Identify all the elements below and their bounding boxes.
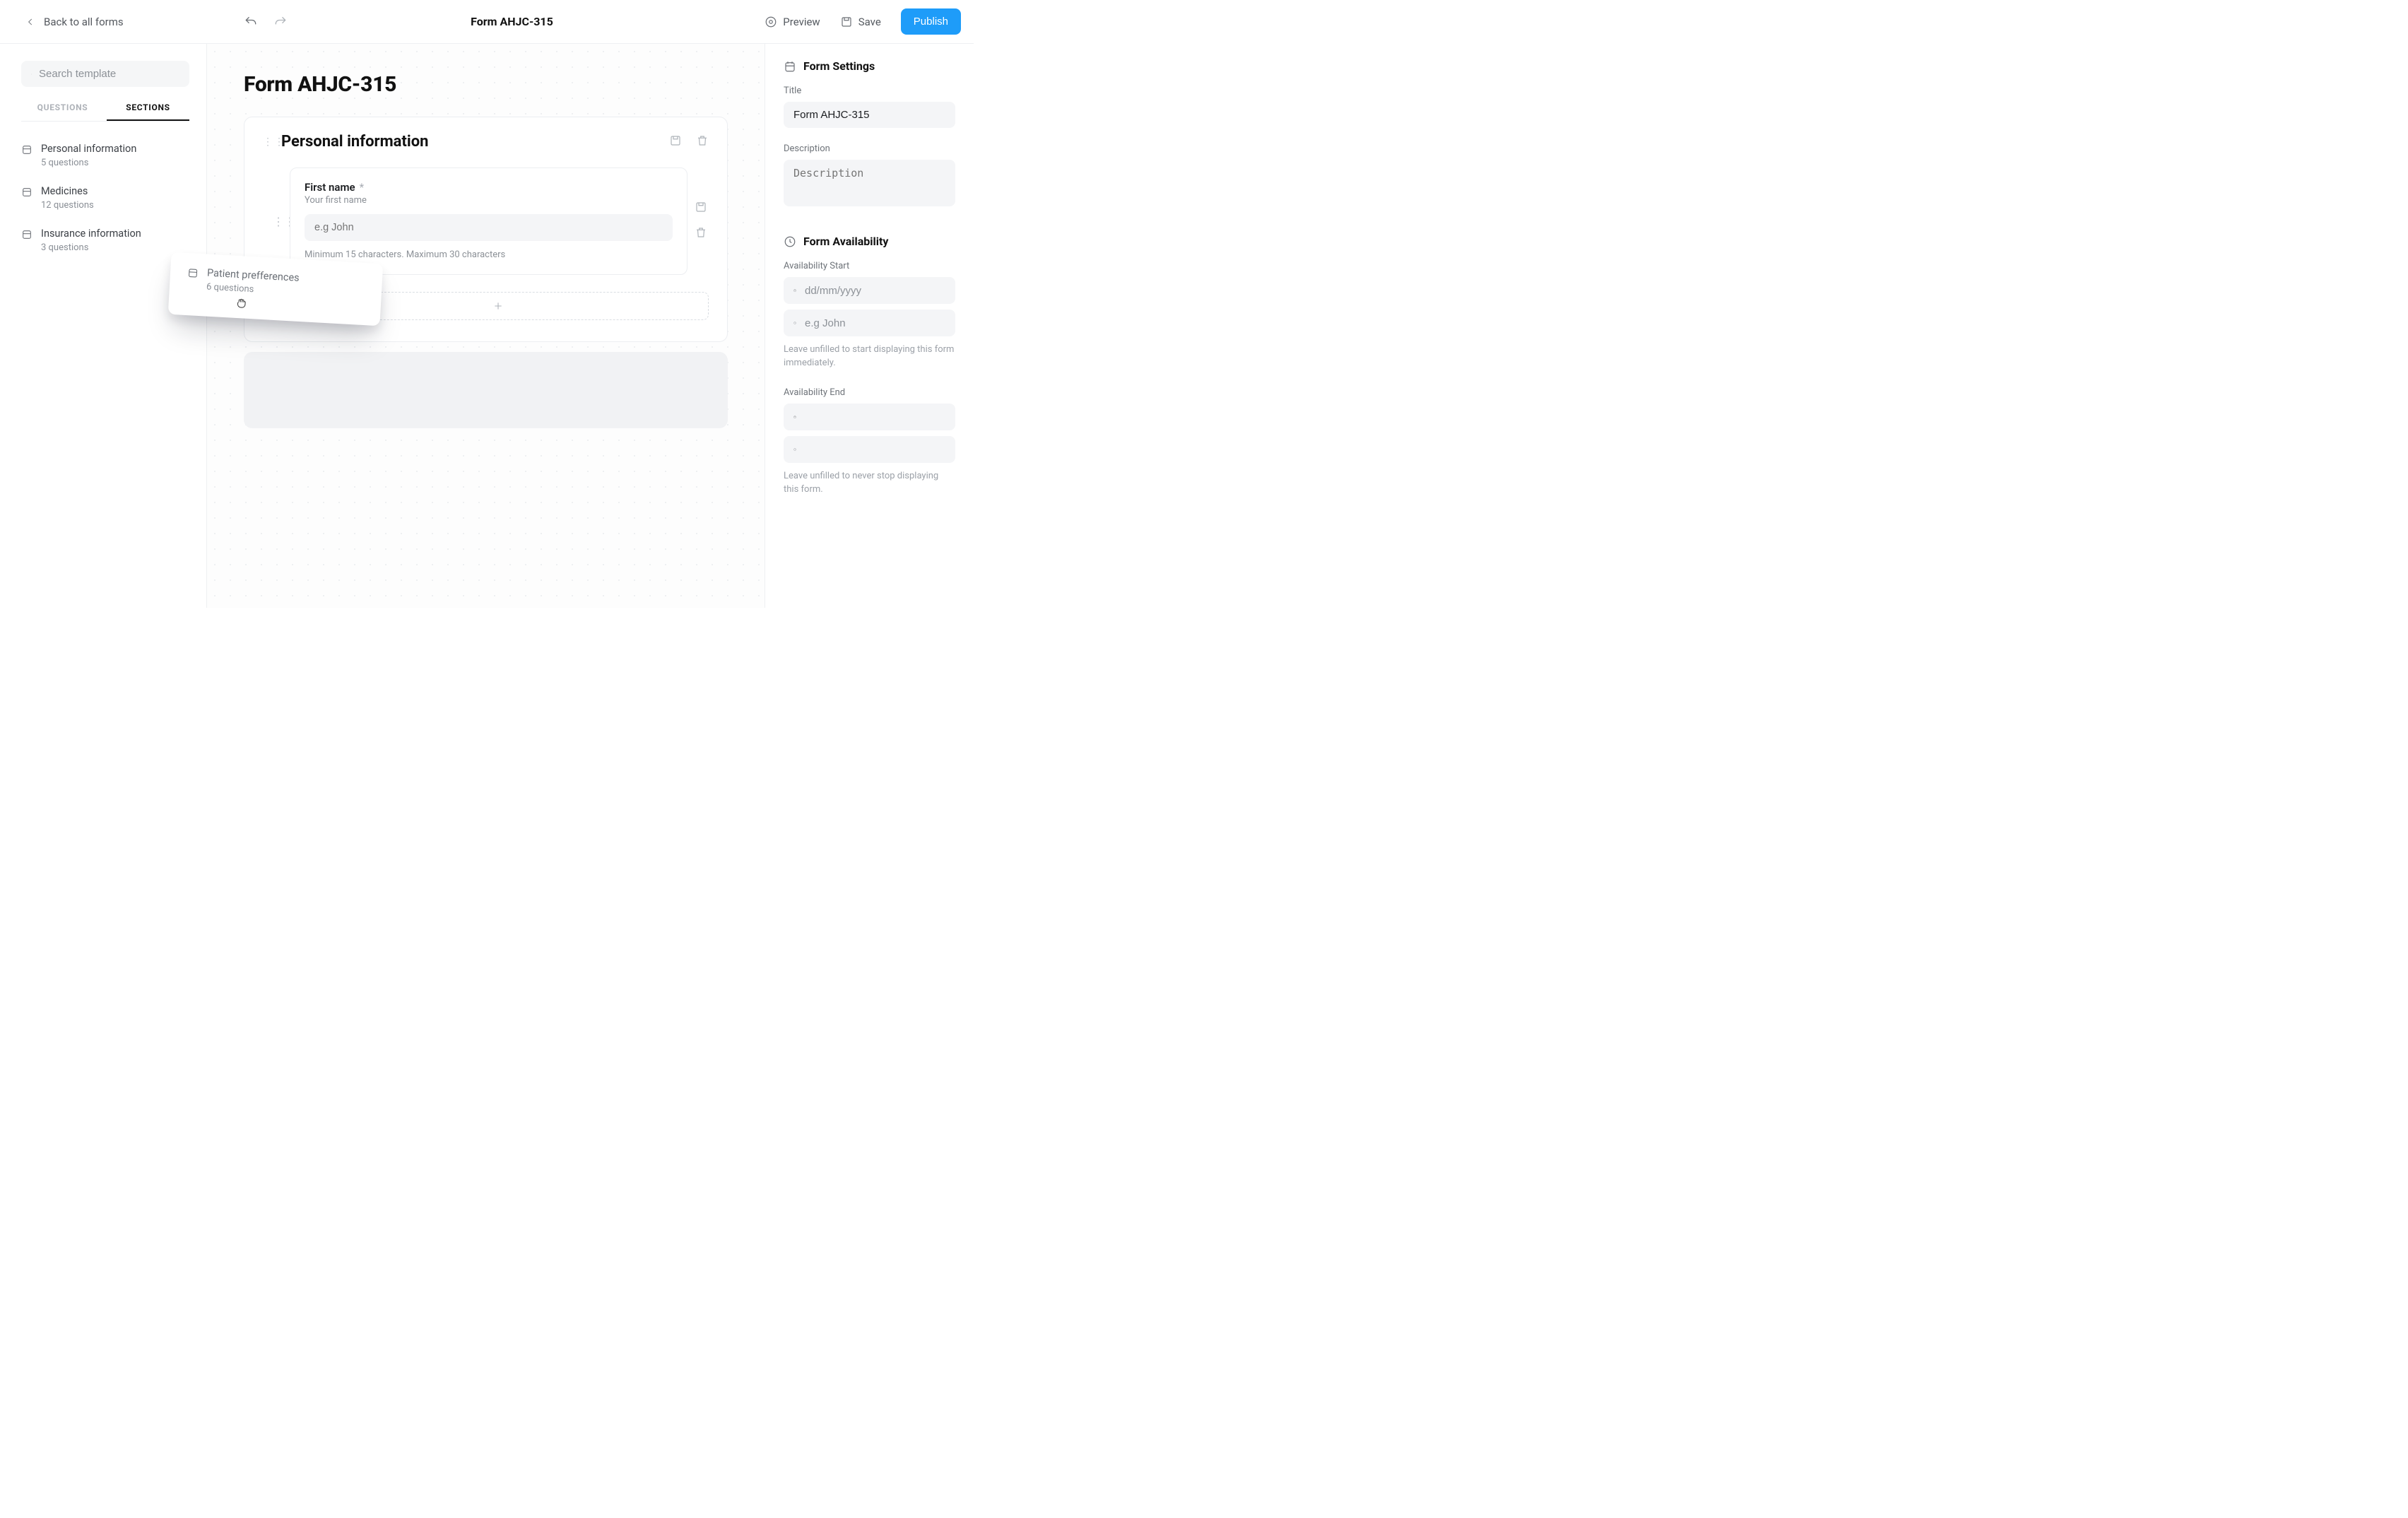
description-field-label: Description xyxy=(784,143,955,154)
search-icon xyxy=(31,69,32,80)
availability-end-hint: Leave unfilled to never stop displaying … xyxy=(784,470,955,497)
section-icon xyxy=(187,267,199,282)
search-template[interactable] xyxy=(21,61,189,87)
section-item-title: Medicines xyxy=(41,185,94,199)
document-title: Form AHJC-315 xyxy=(288,15,737,28)
preview-label: Preview xyxy=(783,16,820,28)
redo-button[interactable] xyxy=(273,15,288,29)
tab-sections[interactable]: SECTIONS xyxy=(107,102,189,121)
plus-icon xyxy=(492,300,504,312)
back-to-all-forms[interactable]: Back to all forms xyxy=(25,16,124,28)
question-description: Your first name xyxy=(305,195,673,206)
availability-end-time[interactable] xyxy=(784,436,955,463)
end-time-input[interactable] xyxy=(805,443,945,455)
clock-icon xyxy=(793,443,796,456)
left-sidebar: QUESTIONS SECTIONS Personal information … xyxy=(0,44,207,608)
dragging-section-card[interactable]: Patient prefferences 6 questions xyxy=(168,252,383,326)
section-item-sub: 3 questions xyxy=(41,242,141,253)
section-item-title: Personal information xyxy=(41,143,136,156)
publish-button[interactable]: Publish xyxy=(901,8,961,35)
section-item-sub: 5 questions xyxy=(41,158,136,168)
clock-icon xyxy=(793,317,796,329)
start-time-input[interactable] xyxy=(805,317,945,329)
section-item-personal-info[interactable]: Personal information 5 questions xyxy=(21,137,189,180)
duplicate-section-button[interactable] xyxy=(669,134,682,150)
availability-start-time[interactable] xyxy=(784,310,955,336)
required-mark: * xyxy=(360,181,364,194)
start-date-input[interactable] xyxy=(805,285,945,297)
section-item-title: Insurance information xyxy=(41,228,141,241)
sidebar-tabs: QUESTIONS SECTIONS xyxy=(21,102,189,122)
main-layout: QUESTIONS SECTIONS Personal information … xyxy=(0,44,974,608)
title-input[interactable] xyxy=(784,102,955,128)
section-list: Personal information 5 questions Medicin… xyxy=(21,137,189,264)
form-settings-heading: Form Settings xyxy=(784,59,955,73)
form-canvas: Form AHJC-315 ⋮⋮ Personal information ⋮⋮ xyxy=(207,44,765,608)
undo-button[interactable] xyxy=(244,15,258,29)
back-label: Back to all forms xyxy=(44,16,124,28)
question-help-text: Minimum 15 characters. Maximum 30 charac… xyxy=(305,249,673,260)
end-date-input[interactable] xyxy=(805,411,945,423)
availability-end-date[interactable] xyxy=(784,404,955,430)
save-button[interactable]: Save xyxy=(840,16,881,28)
calendar-icon xyxy=(793,284,796,297)
question-input[interactable] xyxy=(305,214,673,241)
duplicate-icon xyxy=(669,134,682,147)
grab-cursor-icon xyxy=(235,296,248,312)
topbar-actions: Preview Save Publish xyxy=(765,8,961,35)
redo-icon xyxy=(273,15,288,29)
section-item-insurance[interactable]: Insurance information 3 questions xyxy=(21,222,189,264)
duplicate-icon xyxy=(695,201,707,213)
undo-icon xyxy=(244,15,258,29)
availability-start-label: Availability Start xyxy=(784,261,955,271)
undo-redo-group xyxy=(244,15,288,29)
availability-start-date[interactable] xyxy=(784,277,955,304)
settings-panel: Form Settings Title Description Form Ava… xyxy=(765,44,974,608)
save-icon xyxy=(840,16,853,28)
question-card: First name * Your first name Minimum 15 … xyxy=(290,167,687,275)
eye-icon xyxy=(765,16,777,28)
trash-icon xyxy=(695,226,707,239)
delete-section-button[interactable] xyxy=(696,134,709,150)
availability-end-label: Availability End xyxy=(784,387,955,398)
form-availability-heading: Form Availability xyxy=(784,235,955,248)
availability-start-hint: Leave unfilled to start displaying this … xyxy=(784,343,955,370)
tab-questions[interactable]: QUESTIONS xyxy=(21,102,104,121)
section-icon xyxy=(21,229,33,243)
canvas-form-title: Form AHJC-315 xyxy=(244,72,728,97)
calendar-icon xyxy=(784,60,796,73)
preview-button[interactable]: Preview xyxy=(765,16,820,28)
section-item-sub: 12 questions xyxy=(41,200,94,211)
trash-icon xyxy=(696,134,709,147)
section-card-title: Personal information xyxy=(281,133,659,151)
chevron-left-icon xyxy=(25,17,35,27)
drop-zone-placeholder xyxy=(244,352,728,428)
section-icon xyxy=(21,187,33,201)
top-bar: Back to all forms Form AHJC-315 Preview … xyxy=(0,0,974,44)
question-label: First name * xyxy=(305,181,673,194)
clock-icon xyxy=(784,235,796,248)
section-icon xyxy=(21,144,33,158)
title-field-label: Title xyxy=(784,86,955,96)
section-item-medicines[interactable]: Medicines 12 questions xyxy=(21,180,189,222)
search-input[interactable] xyxy=(39,68,179,80)
question-row: ⋮⋮ First name * Your first name Minimum … xyxy=(273,167,709,275)
description-input[interactable] xyxy=(784,160,955,206)
save-label: Save xyxy=(858,16,881,28)
delete-question-button[interactable] xyxy=(695,226,709,242)
calendar-icon xyxy=(793,411,796,423)
drag-handle-icon[interactable]: ⋮⋮ xyxy=(263,140,271,144)
duplicate-question-button[interactable] xyxy=(695,201,709,216)
